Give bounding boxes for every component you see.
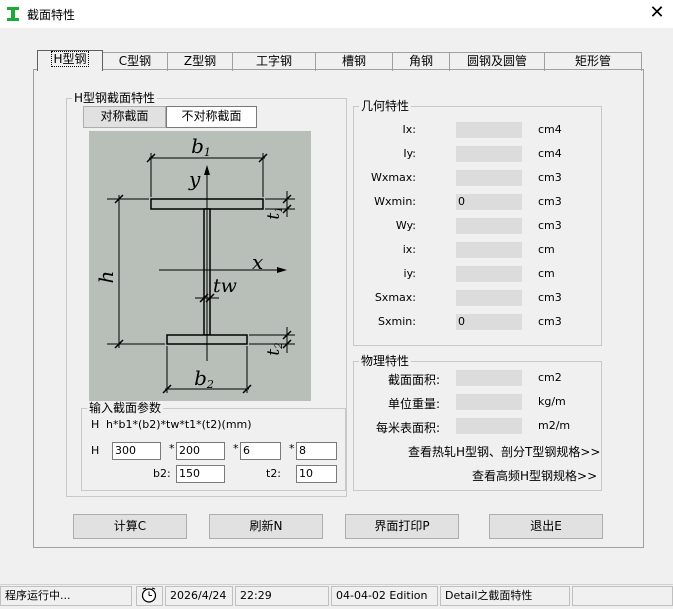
input-row-label: H: [91, 444, 100, 457]
h-input[interactable]: 300: [112, 442, 161, 460]
geometry-unit: cm4: [538, 123, 562, 136]
refresh-button[interactable]: 刷新N: [209, 514, 323, 539]
physical-label: 每米表面积:: [375, 421, 440, 435]
times-1: *: [169, 442, 175, 455]
h-section-diagram: b1 y x tw b2 h t1 t2: [89, 131, 311, 401]
physical-value: [456, 394, 522, 410]
geometry-label: Iy:: [403, 147, 416, 160]
formula-prefix: H: [91, 418, 100, 431]
geometry-unit: cm: [538, 243, 555, 256]
physical-unit: m2/m: [538, 419, 571, 432]
geometry-unit: cm3: [538, 291, 562, 304]
label-y: y: [188, 167, 201, 191]
geometry-label: Sxmin:: [378, 315, 416, 328]
geometry-label: Sxmax:: [374, 291, 416, 304]
geometry-value: [456, 242, 522, 258]
geometry-unit: cm3: [538, 171, 562, 184]
geometry-unit: cm: [538, 267, 555, 280]
status-time: 22:29: [235, 586, 329, 606]
physical-label: 截面面积:: [387, 373, 440, 387]
status-running: 程序运行中...: [0, 586, 132, 606]
title-bar: [0, 0, 673, 28]
status-empty: [572, 586, 673, 606]
geometry-label: iy:: [403, 267, 416, 280]
geometry-unit: cm3: [538, 219, 562, 232]
physical-group-title: 物理特性: [359, 354, 412, 368]
status-module: Detail之截面特性: [440, 586, 570, 606]
geometry-unit: cm4: [538, 147, 562, 160]
geometry-label: Wy:: [395, 219, 416, 232]
symmetric-section-button[interactable]: 对称截面: [83, 106, 166, 128]
b2-input[interactable]: 150: [176, 465, 225, 483]
physical-value: [456, 370, 522, 386]
window-title: 截面特性: [27, 8, 76, 22]
geometry-label: Ix:: [402, 123, 416, 136]
exit-button[interactable]: 退出E: [489, 514, 603, 539]
asymmetric-section-button[interactable]: 不对称截面: [166, 106, 257, 128]
print-button[interactable]: 界面打印P: [345, 514, 459, 539]
tab-h-steel[interactable]: H型钢: [37, 50, 103, 71]
times-3: *: [289, 442, 295, 455]
status-date: 2026/4/24: [165, 586, 233, 606]
geometry-value: [456, 266, 522, 282]
b2-label: b2:: [153, 467, 171, 480]
geometry-unit: cm3: [538, 195, 562, 208]
label-tw: tw: [213, 275, 237, 297]
t2-input[interactable]: 10: [296, 465, 337, 483]
physical-value: [456, 418, 522, 434]
formula-text: h*b1*(b2)*tw*t1*(t2)(mm): [106, 418, 252, 431]
geometry-value: [456, 146, 522, 162]
b1-input[interactable]: 200: [176, 442, 225, 460]
close-button[interactable]: ✕: [644, 2, 670, 26]
geometry-group-title: 几何特性: [359, 99, 412, 113]
app-i-beam-icon: [7, 7, 19, 21]
hot-rolled-spec-link[interactable]: 查看热轧H型钢、剖分T型钢规格>>: [408, 443, 600, 460]
t2-label: t2:: [266, 467, 282, 480]
status-edition: 04-04-02 Edition: [331, 586, 438, 606]
geometry-label: Wxmax:: [370, 171, 416, 184]
h-section-group-title: H型钢截面特性: [72, 91, 158, 105]
geometry-value: [456, 290, 522, 306]
physical-unit: cm2: [538, 371, 562, 384]
geometry-value: 0: [456, 194, 522, 210]
calculate-button[interactable]: 计算C: [73, 514, 187, 539]
geometry-unit: cm3: [538, 315, 562, 328]
label-x: x: [252, 250, 263, 274]
geometry-label: Wxmin:: [374, 195, 416, 208]
high-freq-spec-link[interactable]: 查看高频H型钢规格>>: [472, 467, 597, 484]
geometry-value: [456, 218, 522, 234]
times-2: *: [233, 442, 239, 455]
geometry-value: [456, 170, 522, 186]
tw-input[interactable]: 6: [240, 442, 281, 460]
clock-icon: [136, 586, 163, 606]
geometry-label: ix:: [402, 243, 416, 256]
physical-unit: kg/m: [538, 395, 566, 408]
geometry-value: 0: [456, 314, 522, 330]
label-h: h: [94, 271, 118, 284]
geometry-value: [456, 122, 522, 138]
physical-label: 单位重量:: [387, 397, 440, 411]
input-params-title: 输入截面参数: [87, 401, 164, 415]
t1-input[interactable]: 8: [296, 442, 337, 460]
